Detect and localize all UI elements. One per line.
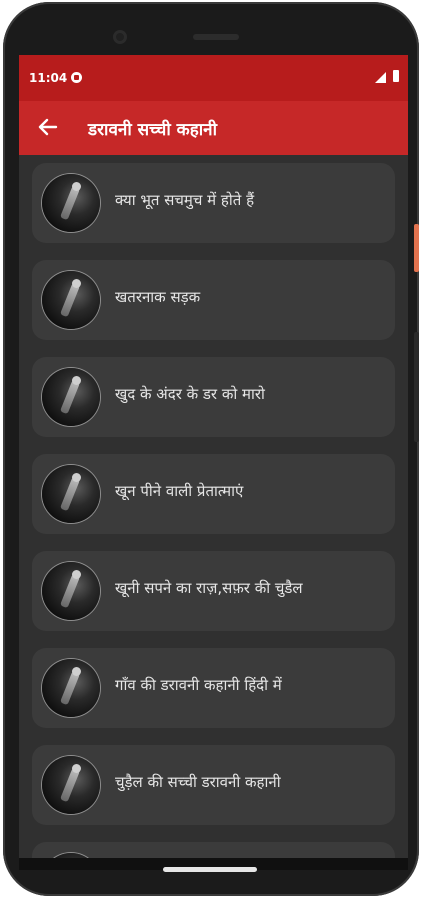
story-card-7[interactable]: चुड़ैल की सच्ची डरावनी कहानी — [32, 745, 395, 825]
app-screen: 11:04 डरावनी सच्ची कहानी क्या भूत सचमुच … — [19, 55, 408, 870]
story-card-5[interactable]: खूनी सपने का राज़,सफ़र की चुडैल — [32, 551, 395, 631]
back-arrow-icon[interactable] — [35, 114, 61, 140]
earpiece-speaker — [193, 34, 239, 40]
front-camera — [113, 30, 127, 44]
story-title: खूनी सपने का राज़,सफ़र की चुडैल — [115, 579, 303, 597]
page-title: डरावनी सच्ची कहानी — [88, 120, 218, 140]
story-title: खतरनाक सड़क — [115, 288, 201, 306]
ghost-thumbnail — [42, 465, 100, 523]
ghost-thumbnail — [42, 174, 100, 232]
ghost-thumbnail — [42, 562, 100, 620]
story-card-1[interactable]: क्या भूत सचमुच में होते हैं — [32, 163, 395, 243]
volume-button — [414, 332, 419, 442]
story-title: गाँव की डरावनी कहानी हिंदी में — [115, 676, 282, 694]
story-title: क्या भूत सचमुच में होते हैं — [115, 191, 255, 209]
ghost-thumbnail — [42, 659, 100, 717]
phone-frame: 11:04 डरावनी सच्ची कहानी क्या भूत सचमुच … — [3, 2, 419, 896]
story-title: खुद के अंदर के डर को मारो — [115, 385, 265, 403]
ghost-thumbnail — [42, 271, 100, 329]
story-card-2[interactable]: खतरनाक सड़क — [32, 260, 395, 340]
signal-icon — [375, 72, 386, 83]
battery-icon — [393, 70, 399, 82]
ghost-thumbnail — [42, 756, 100, 814]
story-card-6[interactable]: गाँव की डरावनी कहानी हिंदी में — [32, 648, 395, 728]
story-card-3[interactable]: खुद के अंदर के डर को मारो — [32, 357, 395, 437]
story-title: चुड़ैल की सच्ची डरावनी कहानी — [115, 773, 281, 791]
power-button — [414, 224, 419, 272]
status-time: 11:04 — [29, 71, 68, 85]
ghost-thumbnail — [42, 368, 100, 426]
story-title: खून पीने वाली प्रेतात्माएं — [115, 482, 244, 500]
app-status-icon — [71, 72, 82, 83]
story-card-4[interactable]: खून पीने वाली प्रेतात्माएं — [32, 454, 395, 534]
status-bar: 11:04 — [19, 55, 408, 101]
app-bar: डरावनी सच्ची कहानी — [19, 101, 408, 155]
home-indicator[interactable] — [163, 867, 257, 872]
